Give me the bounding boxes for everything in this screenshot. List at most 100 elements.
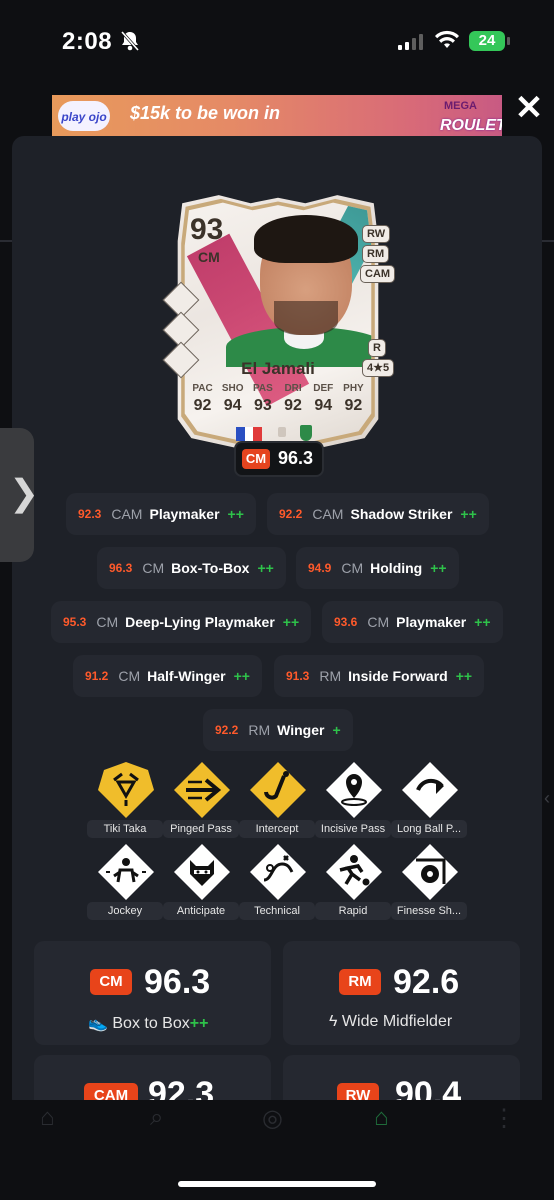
stat-label: PAC <box>192 383 213 394</box>
role-chip[interactable]: 95.3 CM Deep-Lying Playmaker ++ <box>51 601 312 643</box>
stat-label: DEF <box>313 383 334 394</box>
playstyle-technical[interactable]: Technical <box>239 842 315 920</box>
position-badge: RM <box>339 969 381 995</box>
playstyle-intercept[interactable]: Intercept <box>239 760 315 838</box>
best-rating-chip: CM 96.3 <box>234 441 324 477</box>
card-player-name: El Jamali <box>241 359 315 378</box>
ad-banner[interactable]: play ojo $15k to be won in MEGA ROULETTE <box>52 95 502 137</box>
playstyle-tiki-taka[interactable]: Tiki Taka <box>87 760 163 838</box>
playstyle-long-ball-pass[interactable]: Long Ball P... <box>391 760 467 838</box>
role-rating: 92.2 <box>279 507 303 521</box>
position-rating-card[interactable]: CM 96.3 👟 Box to Box++ <box>34 941 271 1045</box>
bell-muted-icon <box>120 30 140 57</box>
technical-icon <box>250 844 306 900</box>
role-rating: 94.9 <box>308 561 332 575</box>
role-chip[interactable]: 96.3 CM Box-To-Box ++ <box>97 547 286 589</box>
role-chip[interactable]: 91.2 CM Half-Winger ++ <box>73 655 262 697</box>
role-plus: ++ <box>189 1015 209 1032</box>
card-position: CM <box>198 249 220 265</box>
search-icon[interactable]: ⌕ <box>150 1104 163 1132</box>
role-rating: 91.2 <box>85 669 109 683</box>
france-flag-icon <box>236 427 263 441</box>
playstyle-label: Tiki Taka <box>87 820 163 838</box>
player-beard <box>274 301 338 335</box>
role-chip[interactable]: 91.3 RM Inside Forward ++ <box>274 655 485 697</box>
stat-dri: DRI 92 <box>279 383 308 415</box>
alt-position-badge: RW <box>362 225 391 243</box>
playstyle-jockey[interactable]: Jockey <box>87 842 163 920</box>
squad-icon[interactable]: ⌂ <box>374 1104 389 1132</box>
finesse-shot-icon <box>402 844 458 900</box>
side-drawer-tab[interactable]: ❯ <box>0 428 39 562</box>
alt-position-badge: CAM <box>360 265 396 283</box>
role-label: Box to Box <box>112 1015 190 1032</box>
playstyle-label: Long Ball P... <box>391 820 467 838</box>
pinged-pass-icon <box>174 762 230 818</box>
role-position: RM <box>248 722 271 738</box>
player-card[interactable]: 93 CM RW RM CAM R 4★5 El Jamali PAC 92 SH… <box>162 187 396 457</box>
playstyle-rapid[interactable]: Rapid <box>315 842 391 920</box>
role-chip[interactable]: 92.2 CAM Shadow Striker ++ <box>267 493 489 535</box>
stat-phy: PHY 92 <box>339 383 368 415</box>
boot-icon: 👟 <box>88 1015 108 1032</box>
club-crest-icon <box>300 425 312 441</box>
card-stats: PAC 92 SHO 94 PAS 93 DRI 92 DEF 94 PHY 92 <box>188 383 368 415</box>
role-chip[interactable]: 92.3 CAM Playmaker ++ <box>66 493 256 535</box>
stat-label: DRI <box>284 383 302 394</box>
battery-tip <box>507 37 510 45</box>
role-plus: ++ <box>227 506 244 522</box>
stat-value: 93 <box>253 397 272 414</box>
preferred-foot-badge: R <box>368 339 386 357</box>
role-position: CAM <box>312 506 344 522</box>
ad-logo: play ojo <box>58 101 110 131</box>
playstyle-incisive-pass[interactable]: Incisive Pass <box>315 760 391 838</box>
chevron-left-icon: ‹ <box>544 788 550 808</box>
role-rating: 95.3 <box>63 615 87 629</box>
rapid-icon <box>326 844 382 900</box>
role-plus: ++ <box>233 668 250 684</box>
home-icon[interactable]: ⌂ <box>40 1104 55 1132</box>
playstyle-finesse-shot[interactable]: Finesse Sh... <box>391 842 467 920</box>
role-chip[interactable]: 93.6 CM Playmaker ++ <box>322 601 503 643</box>
alt-position-badge: RM <box>362 245 390 263</box>
battery-icon: 24 <box>469 31 505 51</box>
stat-value: 92 <box>344 397 363 414</box>
chevron-right-icon: ❯ <box>9 472 40 513</box>
player-hair <box>254 215 358 263</box>
best-rating-position: CM <box>242 449 270 469</box>
role-name: Playmaker <box>396 614 467 630</box>
role-position: CAM <box>111 506 143 522</box>
role-plus: + <box>332 722 341 738</box>
role-chip[interactable]: 94.9 CM Holding ++ <box>296 547 459 589</box>
close-icon[interactable]: ✕ <box>514 91 544 125</box>
role-chip[interactable]: 92.2 RM Winger + <box>203 709 353 751</box>
intercept-icon <box>250 762 306 818</box>
position-rating-value: 92.6 <box>393 963 460 1001</box>
role-position: CM <box>367 614 390 630</box>
role-position: CM <box>142 560 165 576</box>
playstyle-anticipate[interactable]: Anticipate <box>163 842 239 920</box>
jockey-icon <box>98 844 154 900</box>
position-rating-card[interactable]: RM 92.6 ϟ Wide Midfielder <box>283 941 520 1045</box>
role-rating: 92.3 <box>78 507 102 521</box>
tiki-taka-icon <box>98 762 154 818</box>
playstyle-label: Anticipate <box>163 902 239 920</box>
more-icon[interactable]: ⋮ <box>492 1104 516 1133</box>
role-name: Playmaker <box>149 506 220 522</box>
stat-label: PAS <box>252 383 273 394</box>
stat-value: 92 <box>284 397 302 414</box>
role-name: Shadow Striker <box>350 506 453 522</box>
home-indicator <box>178 1181 376 1187</box>
playstyle-label: Technical <box>239 902 315 920</box>
background-divider <box>542 240 554 242</box>
stat-def: DEF 94 <box>309 383 338 415</box>
role-plus: ++ <box>460 506 477 522</box>
role-plus: ++ <box>257 560 274 576</box>
ad-text: $15k to be won in <box>130 103 281 123</box>
stat-label: SHO <box>221 383 244 394</box>
role-plus: ++ <box>455 668 473 684</box>
settings-icon[interactable]: ◎ <box>262 1104 283 1133</box>
playstyle-pinged-pass[interactable]: Pinged Pass <box>163 760 239 838</box>
position-rating-value: 96.3 <box>144 963 211 1001</box>
role-name: Half-Winger <box>147 668 226 684</box>
